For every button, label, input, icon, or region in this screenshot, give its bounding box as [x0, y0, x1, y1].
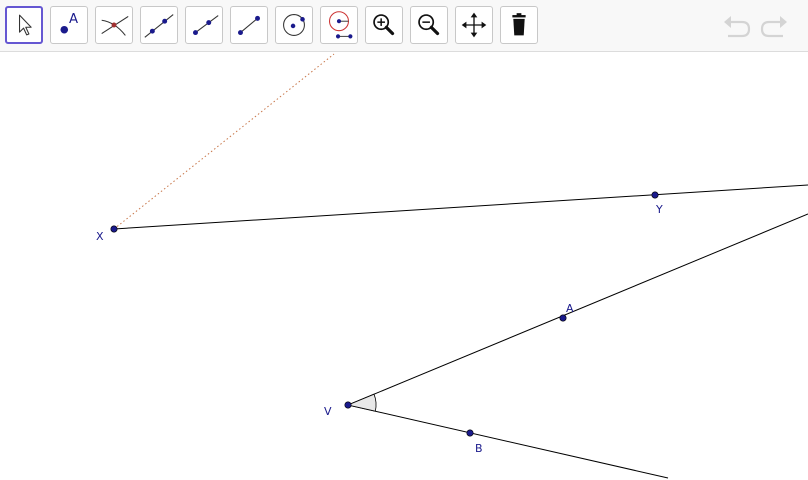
- move-graphics-view-tool-button[interactable]: [455, 6, 493, 44]
- segment-icon: [238, 15, 260, 36]
- point-icon-letter: A: [69, 12, 78, 27]
- point-x-label: X: [96, 230, 104, 243]
- point-b-label: B: [475, 442, 483, 455]
- intersect-tool-button[interactable]: [95, 6, 133, 44]
- zoom-out-tool-button[interactable]: [410, 6, 448, 44]
- ray-tool-button[interactable]: [185, 6, 223, 44]
- point-b[interactable]: [466, 429, 474, 437]
- circle-center-point-icon: [283, 14, 305, 36]
- point-a-label: A: [566, 302, 574, 315]
- circle-center-radius-icon: [329, 11, 353, 39]
- toolbar: A: [0, 0, 808, 52]
- circle-center-radius-tool-button[interactable]: [320, 6, 358, 44]
- line-through-points-icon: [144, 14, 174, 38]
- point-a[interactable]: [559, 314, 567, 322]
- trash-icon: [512, 13, 526, 36]
- redo-button[interactable]: [758, 12, 790, 42]
- move-tool-button[interactable]: [5, 6, 43, 44]
- redo-icon: [760, 16, 787, 38]
- point-tool-button[interactable]: A: [50, 6, 88, 44]
- ray-vb[interactable]: [347, 404, 669, 479]
- delete-tool-button[interactable]: [500, 6, 538, 44]
- zoom-in-tool-button[interactable]: [365, 6, 403, 44]
- ray-icon: [193, 15, 219, 36]
- circle-center-point-tool-button[interactable]: [275, 6, 313, 44]
- undo-icon: [724, 16, 751, 38]
- point-y-label: Y: [655, 203, 663, 216]
- point-y[interactable]: [651, 191, 659, 199]
- zoom-out-icon: [418, 14, 440, 36]
- point-v-label: V: [324, 405, 332, 418]
- ray-va[interactable]: [347, 213, 808, 406]
- line-xy[interactable]: [113, 184, 808, 230]
- line-tool-button[interactable]: [140, 6, 178, 44]
- arrow-cursor-icon: [18, 14, 32, 36]
- graphics-view[interactable]: X Y A V B: [0, 53, 808, 480]
- zoom-in-icon: [373, 14, 395, 36]
- dotted-line[interactable]: [113, 53, 335, 230]
- intersect-icon: [101, 16, 129, 36]
- point-v[interactable]: [344, 401, 352, 409]
- segment-tool-button[interactable]: [230, 6, 268, 44]
- point-x[interactable]: [110, 225, 118, 233]
- point-icon: A: [60, 12, 78, 34]
- move-arrows-icon: [461, 12, 487, 38]
- undo-button[interactable]: [721, 12, 753, 42]
